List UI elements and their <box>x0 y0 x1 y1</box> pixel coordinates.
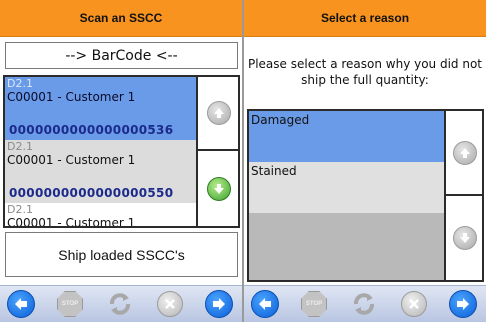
arrow-up-icon <box>207 101 231 125</box>
reason-label: Stained <box>251 164 297 178</box>
item-customer: C00001 - Customer 1 <box>7 153 136 167</box>
item-code: D2.1 <box>7 140 33 153</box>
page-title: Select a reason <box>244 0 486 37</box>
refresh-button[interactable] <box>105 289 135 319</box>
list-scrollbar <box>444 111 482 280</box>
barcode-input[interactable]: --> BarCode <-- <box>5 42 238 69</box>
back-button[interactable] <box>6 289 36 319</box>
arrow-down-icon <box>207 176 231 201</box>
scroll-down-button[interactable] <box>198 151 238 226</box>
scroll-up-button[interactable] <box>446 111 482 196</box>
scroll-down-button[interactable] <box>446 196 482 280</box>
list-item[interactable]: D2.1 C00001 - Customer 1 <box>5 203 196 226</box>
refresh-icon <box>110 293 130 315</box>
arrow-right-icon <box>449 290 477 318</box>
next-button[interactable] <box>448 289 478 319</box>
cancel-button[interactable] <box>155 289 185 319</box>
sscc-list-items[interactable]: D2.1 C00001 - Customer 1 000000000000000… <box>5 77 196 226</box>
select-reason-screen: Select a reason Please select a reason w… <box>244 0 486 322</box>
refresh-icon <box>354 293 374 315</box>
stop-icon: STOP <box>301 291 327 317</box>
close-icon <box>401 291 427 317</box>
reason-list-items[interactable]: Damaged Stained <box>249 111 444 280</box>
list-scrollbar <box>196 77 238 226</box>
list-item[interactable]: D2.1 C00001 - Customer 1 000000000000000… <box>5 140 196 203</box>
sscc-list: D2.1 C00001 - Customer 1 000000000000000… <box>3 75 240 228</box>
next-button[interactable] <box>204 289 234 319</box>
arrow-left-icon <box>251 290 279 318</box>
reason-list: Damaged Stained <box>247 109 484 282</box>
arrow-right-icon <box>205 290 233 318</box>
item-customer: C00001 - Customer 1 <box>7 216 136 226</box>
reason-label: Damaged <box>251 113 310 127</box>
close-icon <box>157 291 183 317</box>
stop-icon: STOP <box>57 291 83 317</box>
list-item[interactable]: Stained <box>249 162 444 213</box>
list-item[interactable]: Damaged <box>249 111 444 162</box>
scroll-up-button[interactable] <box>198 77 238 151</box>
stop-button[interactable]: STOP <box>299 289 329 319</box>
instruction-text: Please select a reason why you did not s… <box>247 57 483 87</box>
arrow-left-icon <box>7 290 35 318</box>
cancel-button[interactable] <box>399 289 429 319</box>
page-title: Scan an SSCC <box>0 0 242 37</box>
scan-sscc-screen: Scan an SSCC --> BarCode <-- D2.1 C00001… <box>0 0 242 322</box>
item-sscc: 0000000000000000536 <box>9 123 174 137</box>
bottom-toolbar: STOP <box>0 285 242 322</box>
arrow-down-icon <box>453 226 477 250</box>
bottom-toolbar: STOP <box>244 285 486 322</box>
item-code: D2.1 <box>7 77 33 90</box>
list-item[interactable]: D2.1 C00001 - Customer 1 000000000000000… <box>5 77 196 140</box>
item-code: D2.1 <box>7 203 33 216</box>
back-button[interactable] <box>250 289 280 319</box>
ship-loaded-button[interactable]: Ship loaded SSCC's <box>5 232 238 277</box>
refresh-button[interactable] <box>349 289 379 319</box>
stop-button[interactable]: STOP <box>55 289 85 319</box>
item-customer: C00001 - Customer 1 <box>7 90 136 104</box>
item-sscc: 0000000000000000550 <box>9 186 174 200</box>
arrow-up-icon <box>453 140 477 165</box>
